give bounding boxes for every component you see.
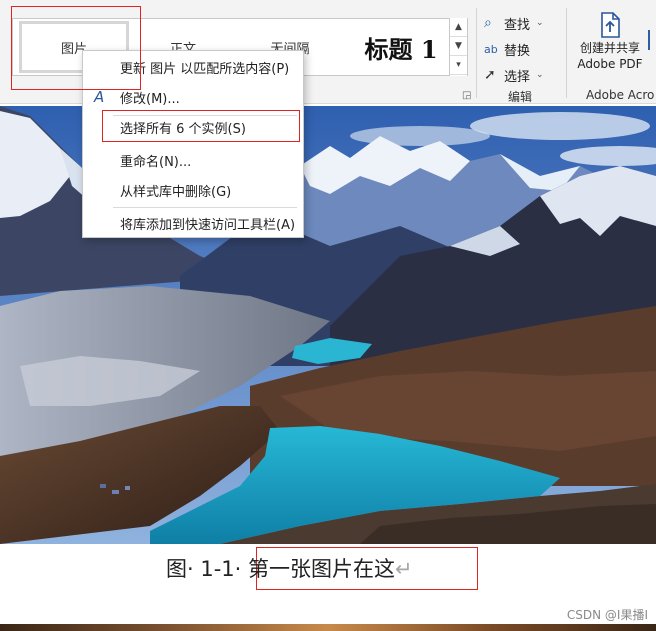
menu-separator xyxy=(113,207,297,208)
partial-ribbon-icon xyxy=(648,30,656,50)
menu-item-label: 重命名(N)... xyxy=(120,154,192,170)
watermark: CSDN @I果播I xyxy=(566,608,648,622)
select-button[interactable]: ➚ 选择 ⌄ xyxy=(484,62,564,88)
figure-caption[interactable]: 图· 1-1· 第一张图片在这↵ xyxy=(166,553,413,583)
gallery-scroll: ▲ ▼ ▾ xyxy=(449,18,467,76)
search-icon: ⌕ xyxy=(484,15,492,31)
highlight-picture-style xyxy=(11,6,141,90)
editing-group: ⌕ 查找 ⌄ ab 替换 ➚ 选择 ⌄ xyxy=(484,10,564,88)
cursor-icon: ➚ xyxy=(484,67,496,83)
replace-icon: ab xyxy=(484,42,498,56)
replace-label: 替换 xyxy=(504,43,531,59)
chevron-up-icon: ▲ xyxy=(455,22,462,32)
menu-item-label: 从样式库中删除(G) xyxy=(120,184,232,200)
menu-item-label: 将库添加到快速访问工具栏(A) xyxy=(120,217,296,233)
caption-text: 第一张图片在这 xyxy=(248,557,396,581)
menu-item-label: 更新 图片 以匹配所选内容(P) xyxy=(120,61,290,77)
menu-item-add-to-quick-access[interactable]: 将库添加到快速访问工具栏(A) xyxy=(83,211,303,235)
adobe-group-label: Adobe Acro xyxy=(586,88,655,102)
create-share-pdf-button[interactable]: 创建并共享 Adobe PDF xyxy=(574,12,646,72)
highlight-select-all-instances xyxy=(102,110,300,142)
gallery-more-button[interactable]: ▾ xyxy=(450,56,467,75)
find-button[interactable]: ⌕ 查找 ⌄ xyxy=(484,10,564,36)
adobe-pdf-label: Adobe PDF xyxy=(577,57,643,71)
chevron-down-icon: ⌄ xyxy=(536,18,544,28)
caption-label: 图· 1-1· xyxy=(166,557,249,581)
style-heading1-label: 标题 1 xyxy=(364,34,438,64)
ribbon-separator xyxy=(566,8,567,98)
gallery-up-button[interactable]: ▲ xyxy=(450,18,467,37)
menu-item-rename[interactable]: 重命名(N)... xyxy=(83,148,303,172)
style-heading1[interactable]: 标题 1 xyxy=(347,19,455,75)
create-share-label: 创建并共享 xyxy=(579,41,640,55)
gallery-down-button[interactable]: ▼ xyxy=(450,37,467,56)
replace-button[interactable]: ab 替换 xyxy=(484,36,564,62)
expand-gallery-icon: ▾ xyxy=(456,60,461,70)
chevron-down-icon: ⌄ xyxy=(536,70,544,80)
chevron-down-icon: ▼ xyxy=(455,41,462,51)
editing-group-label: 编辑 xyxy=(508,90,533,104)
next-image-edge xyxy=(0,624,656,631)
styles-dialog-launcher[interactable]: ◲ xyxy=(462,90,471,101)
ribbon-separator xyxy=(476,8,477,98)
find-label: 查找 xyxy=(504,17,531,33)
modify-style-icon: A xyxy=(94,88,105,106)
paragraph-mark-icon: ↵ xyxy=(395,557,413,581)
menu-item-label: 修改(M)... xyxy=(120,91,180,107)
pdf-share-icon xyxy=(601,12,620,38)
select-label: 选择 xyxy=(504,69,531,85)
launcher-icon: ◲ xyxy=(462,90,472,101)
menu-item-remove-from-gallery[interactable]: 从样式库中删除(G) xyxy=(83,178,303,202)
